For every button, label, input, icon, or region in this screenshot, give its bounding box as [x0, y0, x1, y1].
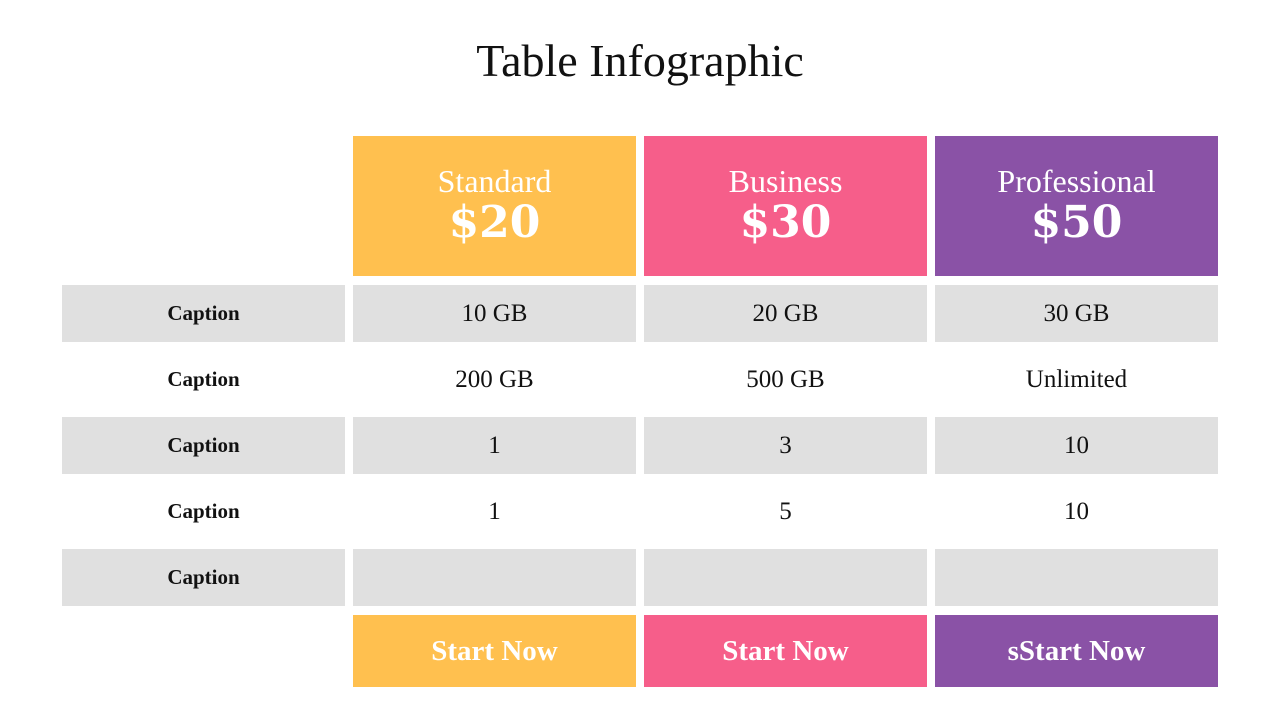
table-cell: 500 GB — [746, 365, 825, 393]
table-cell: 30 GB — [935, 285, 1218, 342]
table-cell: 20 GB — [644, 285, 927, 342]
plan-header-standard: Standard $20 — [353, 136, 636, 276]
table-cell: 10 — [935, 417, 1218, 474]
row-caption: Caption — [62, 549, 345, 606]
start-now-button-professional[interactable]: sStart Now — [935, 615, 1218, 687]
table-cell — [353, 549, 636, 606]
plan-name: Standard — [437, 163, 552, 199]
table-cell — [644, 549, 927, 606]
plan-price: $50 — [1030, 197, 1123, 248]
start-now-button-standard[interactable]: Start Now — [353, 615, 636, 687]
plan-price: $30 — [739, 197, 832, 248]
table-cell: 3 — [644, 417, 927, 474]
plan-header-professional: Professional $50 — [935, 136, 1218, 276]
plan-header-business: Business $30 — [644, 136, 927, 276]
table-cell: 200 GB — [455, 365, 534, 393]
plan-name: Business — [728, 163, 843, 199]
row-caption: Caption — [167, 367, 240, 391]
row-caption: Caption — [167, 499, 240, 523]
plan-price: $20 — [448, 197, 541, 248]
table-cell — [935, 549, 1218, 606]
row-caption: Caption — [62, 417, 345, 474]
table-cell: 10 GB — [353, 285, 636, 342]
row-caption: Caption — [62, 285, 345, 342]
page-title: Table Infographic — [476, 35, 804, 86]
table-cell: Unlimited — [1025, 365, 1128, 393]
table-cell: 1 — [353, 417, 636, 474]
table-cell: 5 — [779, 497, 792, 525]
table-cell: 1 — [488, 497, 501, 525]
start-now-button-business[interactable]: Start Now — [644, 615, 927, 687]
plan-name: Professional — [997, 163, 1156, 199]
table-cell: 10 — [1064, 497, 1089, 525]
